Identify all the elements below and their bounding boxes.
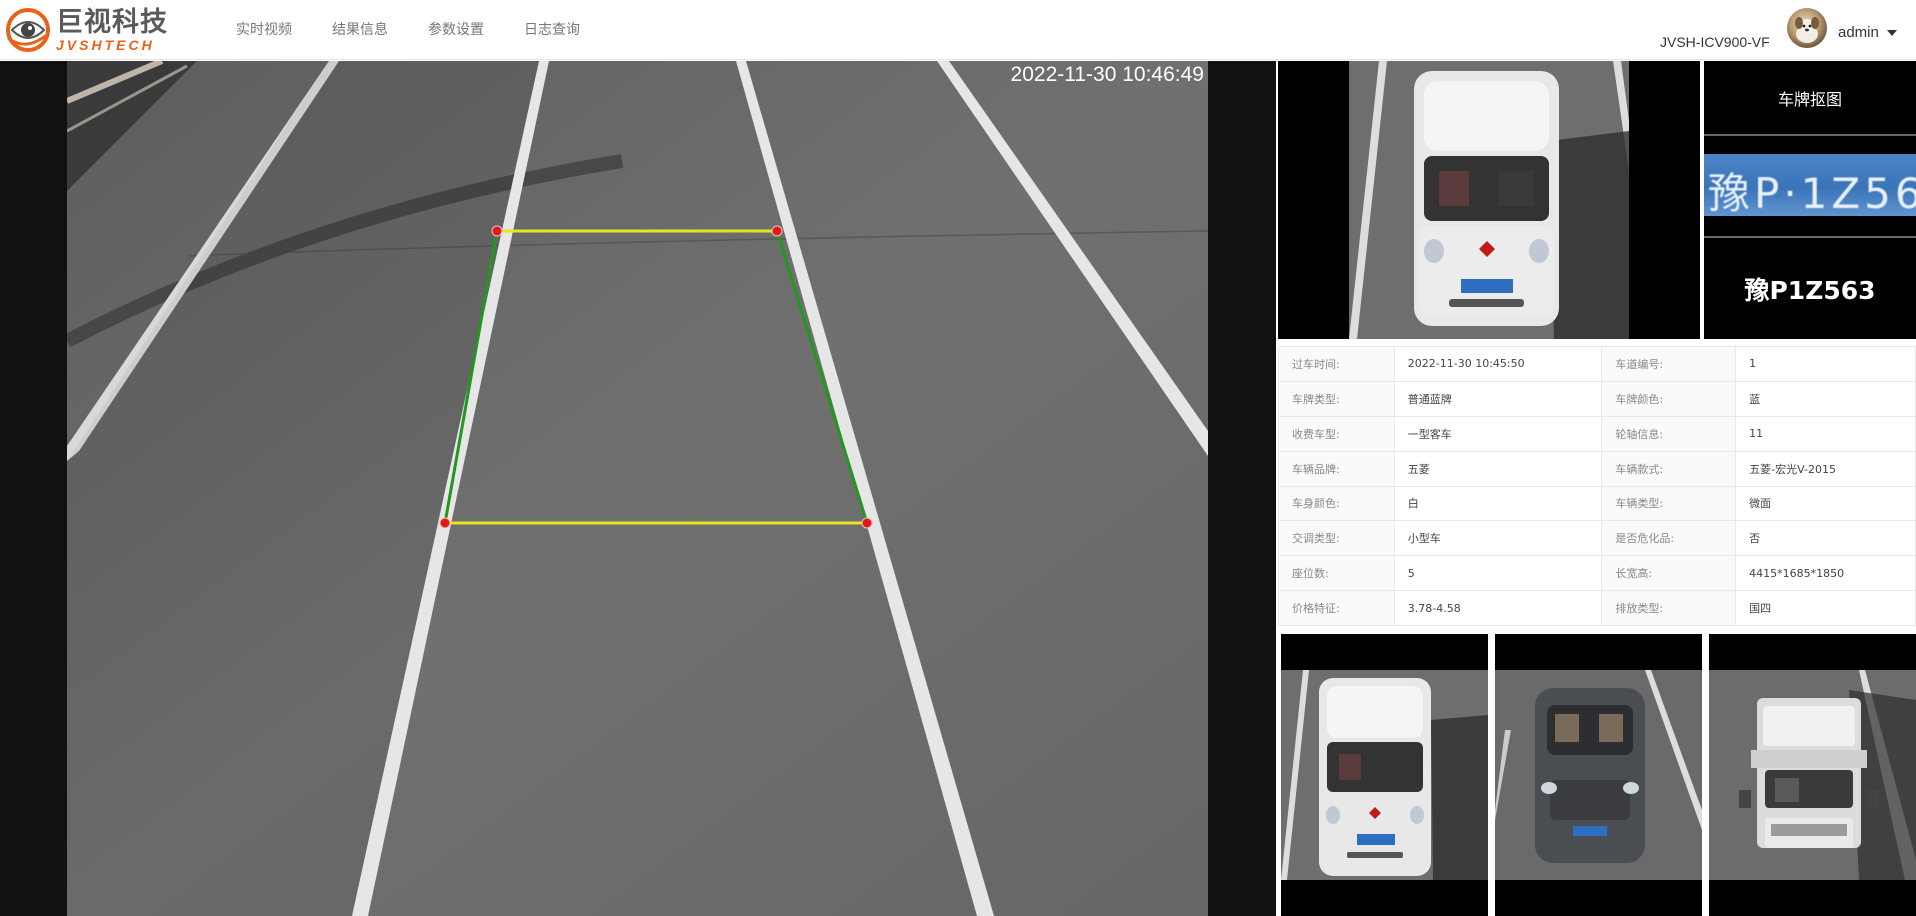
info-value: 2022-11-30 10:45:50 bbox=[1393, 346, 1603, 382]
result-panel: 车牌抠图 豫P·1Z563 豫P1Z563 过车时间: 2022-11-30 1… bbox=[1278, 61, 1916, 916]
info-value: 小型车 bbox=[1393, 520, 1603, 557]
main-nav: 实时视频 结果信息 参数设置 日志查询 bbox=[236, 0, 620, 58]
live-video: 2022-11-30 10:46:49 bbox=[0, 61, 1276, 916]
info-value: 5 bbox=[1393, 555, 1603, 592]
info-value: 微面 bbox=[1735, 485, 1916, 522]
info-key: 收费车型: bbox=[1278, 415, 1395, 452]
logo[interactable]: 巨视科技 JVSHTECH bbox=[6, 8, 168, 52]
nav-results[interactable]: 结果信息 bbox=[332, 19, 388, 39]
logo-eye-icon bbox=[6, 8, 50, 52]
info-key: 长宽高: bbox=[1601, 555, 1737, 592]
table-row: 车辆品牌: 五菱 车辆款式: 五菱-宏光V-2015 bbox=[1278, 450, 1916, 487]
history-thumbnail[interactable] bbox=[1495, 634, 1702, 916]
video-timestamp: 2022-11-30 10:46:49 bbox=[1010, 63, 1204, 86]
plate-crop-image[interactable]: 豫P·1Z563 bbox=[1704, 154, 1916, 216]
top-bar: 巨视科技 JVSHTECH 实时视频 结果信息 参数设置 日志查询 JVSH-I… bbox=[0, 0, 1916, 60]
info-key: 车牌类型: bbox=[1278, 380, 1395, 417]
info-value: 国四 bbox=[1735, 590, 1916, 626]
info-key: 车道编号: bbox=[1601, 346, 1737, 382]
info-key: 过车时间: bbox=[1278, 346, 1395, 382]
vehicle-snapshot[interactable] bbox=[1278, 61, 1700, 339]
nav-settings[interactable]: 参数设置 bbox=[428, 19, 484, 39]
info-key: 座位数: bbox=[1278, 555, 1395, 592]
info-value: 普通蓝牌 bbox=[1393, 380, 1603, 417]
table-row: 车牌类型: 普通蓝牌 车牌颜色: 蓝 bbox=[1278, 380, 1916, 417]
road-scene bbox=[67, 61, 1208, 916]
chevron-down-icon bbox=[1886, 29, 1897, 36]
info-key: 排放类型: bbox=[1601, 590, 1737, 626]
info-key: 车辆品牌: bbox=[1278, 450, 1395, 487]
table-row: 座位数: 5 长宽高: 4415*1685*1850 bbox=[1278, 555, 1916, 592]
vehicle-image bbox=[1349, 61, 1629, 339]
info-key: 车身颜色: bbox=[1278, 485, 1395, 522]
thumbnail-image bbox=[1709, 670, 1916, 880]
history-thumbnail[interactable] bbox=[1709, 634, 1916, 916]
info-value: 1 bbox=[1735, 346, 1916, 382]
info-value: 否 bbox=[1735, 520, 1916, 557]
info-key: 车辆类型: bbox=[1601, 485, 1737, 522]
plate-panel: 车牌抠图 豫P·1Z563 豫P1Z563 bbox=[1704, 61, 1916, 339]
user-name: admin bbox=[1838, 24, 1879, 41]
nav-live-video[interactable]: 实时视频 bbox=[236, 19, 292, 39]
thumbnail-image bbox=[1495, 670, 1702, 880]
device-name: JVSH-ICV900-VF bbox=[1660, 34, 1770, 50]
info-key: 交调类型: bbox=[1278, 520, 1395, 557]
info-value: 蓝 bbox=[1735, 380, 1916, 417]
info-value: 白 bbox=[1393, 485, 1603, 522]
table-row: 车身颜色: 白 车辆类型: 微面 bbox=[1278, 485, 1916, 522]
info-key: 是否危化品: bbox=[1601, 520, 1737, 557]
avatar[interactable] bbox=[1787, 8, 1827, 48]
plate-crop-title: 车牌抠图 bbox=[1704, 61, 1916, 136]
logo-text-en: JVSHTECH bbox=[56, 36, 155, 53]
plate-number: 豫P1Z563 bbox=[1744, 275, 1876, 305]
info-value: 3.78-4.58 bbox=[1393, 590, 1603, 626]
user-menu[interactable]: admin bbox=[1838, 24, 1897, 41]
thumbnail-image bbox=[1281, 670, 1488, 880]
info-key: 价格特征: bbox=[1278, 590, 1395, 626]
plate-crop-text: 豫P·1Z563 bbox=[1708, 169, 1916, 216]
history-thumbnail[interactable] bbox=[1281, 634, 1488, 916]
info-value: 五菱-宏光V-2015 bbox=[1735, 450, 1916, 487]
info-key: 车牌颜色: bbox=[1601, 380, 1737, 417]
info-value: 11 bbox=[1735, 415, 1916, 452]
history-thumbnails bbox=[1281, 634, 1916, 916]
info-value: 4415*1685*1850 bbox=[1735, 555, 1916, 592]
info-key: 车辆款式: bbox=[1601, 450, 1737, 487]
logo-text-cn: 巨视科技 bbox=[56, 6, 168, 38]
info-value: 五菱 bbox=[1393, 450, 1603, 487]
vehicle-info-table: 过车时间: 2022-11-30 10:45:50 车道编号: 1 车牌类型: … bbox=[1278, 346, 1916, 626]
info-value: 一型客车 bbox=[1393, 415, 1603, 452]
table-row: 收费车型: 一型客车 轮轴信息: 11 bbox=[1278, 415, 1916, 452]
nav-logs[interactable]: 日志查询 bbox=[524, 19, 580, 39]
video-frame[interactable]: 2022-11-30 10:46:49 bbox=[67, 61, 1208, 916]
table-row: 交调类型: 小型车 是否危化品: 否 bbox=[1278, 520, 1916, 557]
info-key: 轮轴信息: bbox=[1601, 415, 1737, 452]
table-row: 价格特征: 3.78-4.58 排放类型: 国四 bbox=[1278, 590, 1916, 626]
table-row: 过车时间: 2022-11-30 10:45:50 车道编号: 1 bbox=[1278, 346, 1916, 382]
